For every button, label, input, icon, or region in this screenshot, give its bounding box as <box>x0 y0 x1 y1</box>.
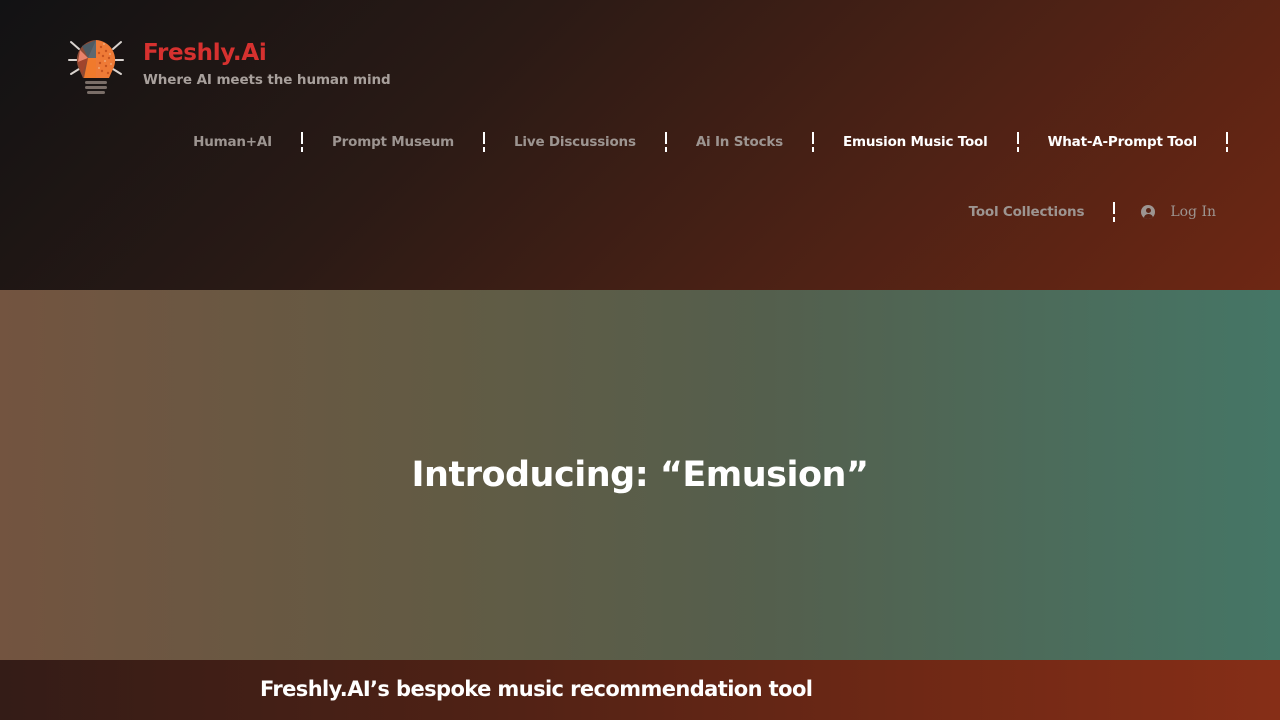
nav-item-emusion-music-tool[interactable]: Emusion Music Tool <box>814 134 1017 150</box>
nav-item-prompt-museum[interactable]: Prompt Museum <box>303 134 483 150</box>
site-header: Freshly.Ai Where AI meets the human mind… <box>0 0 1280 290</box>
nav-item-ai-in-stocks[interactable]: Ai In Stocks <box>667 134 812 150</box>
main-nav-row-1: Human+AI Prompt Museum Live Discussions … <box>164 127 1228 157</box>
nav-item-what-a-prompt-tool[interactable]: What-A-Prompt Tool <box>1019 134 1226 150</box>
main-nav-row-2: Tool Collections Log In <box>940 197 1216 227</box>
site-tagline: Where AI meets the human mind <box>143 72 391 88</box>
nav-item-human-ai[interactable]: Human+AI <box>164 134 301 150</box>
login-link[interactable]: Log In <box>1115 204 1216 220</box>
nav-item-live-discussions[interactable]: Live Discussions <box>485 134 665 150</box>
hero-banner: Introducing: “Emusion” <box>0 290 1280 660</box>
brand: Freshly.Ai Where AI meets the human mind <box>66 36 391 98</box>
hero-title: Introducing: “Emusion” <box>411 455 869 495</box>
nav-item-tool-collections[interactable]: Tool Collections <box>940 204 1114 220</box>
site-title-link[interactable]: Freshly.Ai <box>143 40 391 66</box>
subtitle-heading: Freshly.AI’s bespoke music recommendatio… <box>260 677 813 701</box>
user-circle-icon <box>1141 205 1156 219</box>
subtitle-bar: Freshly.AI’s bespoke music recommendatio… <box>0 660 1280 720</box>
login-label: Log In <box>1170 204 1216 220</box>
nav-separator <box>1226 132 1228 152</box>
lightbulb-brain-icon[interactable] <box>66 36 126 98</box>
brand-text: Freshly.Ai Where AI meets the human mind <box>143 40 391 88</box>
